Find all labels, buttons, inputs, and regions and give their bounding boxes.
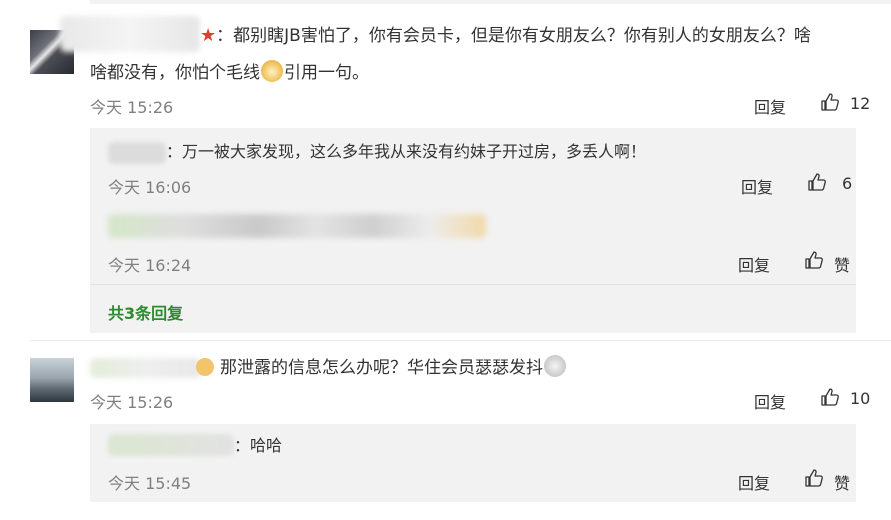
reply-username-blurred[interactable] xyxy=(108,434,234,456)
thumbs-up-icon[interactable] xyxy=(820,92,840,112)
reply-text: ：万一被大家发现，这么多年我从来没有约妹子开过房，多丢人啊！ xyxy=(166,142,647,161)
thumbs-up-icon[interactable] xyxy=(807,172,827,192)
doge-emoji-icon xyxy=(261,60,283,82)
previous-reply-box-edge xyxy=(90,0,891,4)
like-count: 12 xyxy=(850,94,871,113)
reply-text: ：哈哈 xyxy=(234,436,283,455)
shiver-emoji-icon xyxy=(544,355,566,377)
comment-time: 今天 15:26 xyxy=(90,393,174,412)
reply-username-blurred[interactable] xyxy=(108,142,166,164)
comment-divider xyxy=(30,340,891,341)
reply-button[interactable]: 回复 xyxy=(754,94,786,118)
reply-box: ：万一被大家发现，这么多年我从来没有约妹子开过房，多丢人啊！ 今天 16:06 … xyxy=(90,128,856,333)
like-count: 6 xyxy=(842,174,853,193)
reply-time: 今天 15:45 xyxy=(108,474,192,493)
like-button-label[interactable]: 赞 xyxy=(834,470,850,494)
reply-button[interactable]: 回复 xyxy=(738,252,770,276)
more-replies-link[interactable]: 共3条回复 xyxy=(108,300,183,324)
commenter-avatar[interactable] xyxy=(30,358,74,402)
reply-text-blurred xyxy=(108,214,486,238)
thumbs-up-icon[interactable] xyxy=(820,387,840,407)
star-icon: ★ xyxy=(200,25,217,46)
comment-text-line1: ★：都别瞎JB害怕了，你有会员卡，但是你有女朋友么？你有别人的女朋友么？啥 xyxy=(200,25,811,46)
reply-time: 今天 16:06 xyxy=(108,178,192,197)
reply-button[interactable]: 回复 xyxy=(738,470,770,494)
comment-text-line2: 啥都没有，你怕个毛线 引用一句。 xyxy=(90,60,369,85)
comment-text: 那泄露的信息怎么办呢？华住会员瑟瑟发抖 xyxy=(196,355,567,380)
reply-button[interactable]: 回复 xyxy=(741,174,773,198)
like-button-label[interactable]: 赞 xyxy=(834,252,850,276)
comment-time: 今天 15:26 xyxy=(90,98,174,117)
thumbs-up-icon[interactable] xyxy=(804,250,824,270)
reply-divider xyxy=(90,284,856,285)
vip-badge-icon xyxy=(196,358,214,376)
username-blurred[interactable] xyxy=(60,16,200,52)
username-blurred[interactable] xyxy=(90,358,202,378)
reply-box: ：哈哈 今天 15:45 回复 赞 xyxy=(90,424,856,502)
reply-button[interactable]: 回复 xyxy=(754,389,786,413)
thumbs-up-icon[interactable] xyxy=(804,468,824,488)
reply-time: 今天 16:24 xyxy=(108,256,192,275)
like-count: 10 xyxy=(850,389,871,408)
